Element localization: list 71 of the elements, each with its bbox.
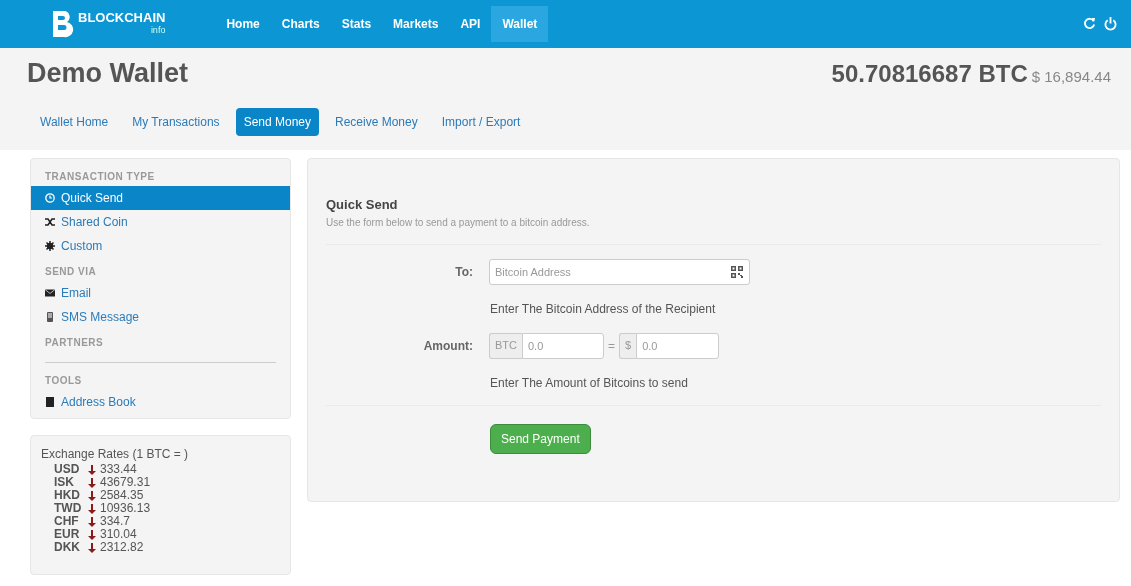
currency-code: CHF (54, 515, 80, 528)
currency-code: DKK (54, 541, 81, 554)
currency-code: EUR (54, 528, 81, 541)
tab[interactable]: Receive Money (327, 108, 426, 136)
down-arrow-icon (88, 477, 96, 488)
field-label: Amount: (422, 337, 473, 355)
down-arrow-icon (88, 529, 96, 540)
nav-link[interactable]: Wallet (491, 6, 549, 42)
tab[interactable]: My Transactions (124, 108, 228, 136)
page-title: Demo Wallet (27, 57, 189, 90)
address-field[interactable]: Bitcoin Address (489, 258, 750, 285)
sidebar-item[interactable]: Shared Coin (31, 210, 290, 234)
logo-subtitle: info (149, 23, 166, 37)
currency-code: HKD (54, 489, 81, 502)
tab[interactable]: Wallet Home (32, 108, 117, 136)
shuffle-icon (45, 217, 55, 227)
phone-icon (45, 312, 55, 322)
gear-icon (45, 241, 55, 251)
section-heading: TRANSACTION TYPE (44, 170, 156, 184)
help-text: Enter The Amount of Bitcoins to send (490, 374, 689, 392)
nav-link[interactable]: Stats (330, 6, 383, 42)
rate-value: 334.7 (100, 515, 131, 528)
rate-value: 2312.82 (100, 541, 144, 554)
down-arrow-icon (88, 464, 96, 475)
currency-code: ISK (54, 476, 75, 489)
balance-usd: $ 16,894.44 (1031, 67, 1111, 87)
envelope-icon (45, 288, 55, 298)
amount-field[interactable]: 0.0 (636, 332, 720, 359)
tab[interactable]: Send Money (235, 108, 319, 136)
tab[interactable]: Import / Export (433, 108, 529, 136)
equals-sign: = (608, 337, 615, 355)
rates-title: Exchange Rates (1 BTC = ) (41, 446, 190, 463)
currency-addon: $ (619, 332, 637, 359)
refresh-icon[interactable] (1083, 17, 1096, 30)
sidebar-item[interactable]: Address Book (31, 390, 290, 414)
currency-code: USD (54, 463, 81, 476)
rate-value: 2584.35 (100, 489, 144, 502)
qr-code-icon[interactable] (731, 265, 743, 278)
power-icon[interactable] (1104, 17, 1117, 31)
sidebar-item[interactable]: Custom (31, 234, 290, 258)
down-arrow-icon (88, 542, 96, 553)
currency-addon: BTC (489, 332, 522, 359)
rate-value: 310.04 (100, 528, 137, 541)
field-label: To: (454, 263, 473, 281)
logo-icon (50, 9, 74, 39)
form-title: Quick Send (326, 196, 399, 214)
rate-value: 333.44 (100, 463, 137, 476)
amount-field[interactable]: 0.0 (522, 332, 604, 359)
currency-code: TWD (54, 502, 82, 515)
down-arrow-icon (88, 503, 96, 514)
balance-amount: 50.70816687 BTC (831, 59, 1028, 89)
nav-link[interactable]: Charts (270, 6, 331, 42)
rate-value: 10936.13 (100, 502, 151, 515)
down-arrow-icon (88, 516, 96, 527)
form-subtitle: Use the form below to send a payment to a bitcoin address. (326, 215, 591, 230)
help-text: Enter The Bitcoin Address of the Recipient (490, 300, 717, 318)
nav-link[interactable]: Home (215, 6, 271, 42)
logo-text[interactable]: BLOCKCHAIN (78, 10, 166, 24)
section-heading: TOOLS (44, 374, 83, 388)
rate-value: 43679.31 (100, 476, 151, 489)
sidebar-item[interactable]: Quick Send (31, 186, 290, 210)
nav-link[interactable]: API (449, 6, 492, 42)
clock-icon (45, 193, 55, 203)
section-heading: PARTNERS (44, 336, 105, 350)
send-payment-button[interactable]: Send Payment (490, 423, 591, 454)
down-arrow-icon (88, 490, 96, 501)
book-icon (45, 397, 55, 407)
section-heading: SEND VIA (44, 265, 98, 279)
sidebar-item[interactable]: SMS Message (31, 305, 290, 329)
nav-link[interactable]: Markets (382, 6, 450, 42)
sidebar-item[interactable]: Email (31, 281, 290, 305)
